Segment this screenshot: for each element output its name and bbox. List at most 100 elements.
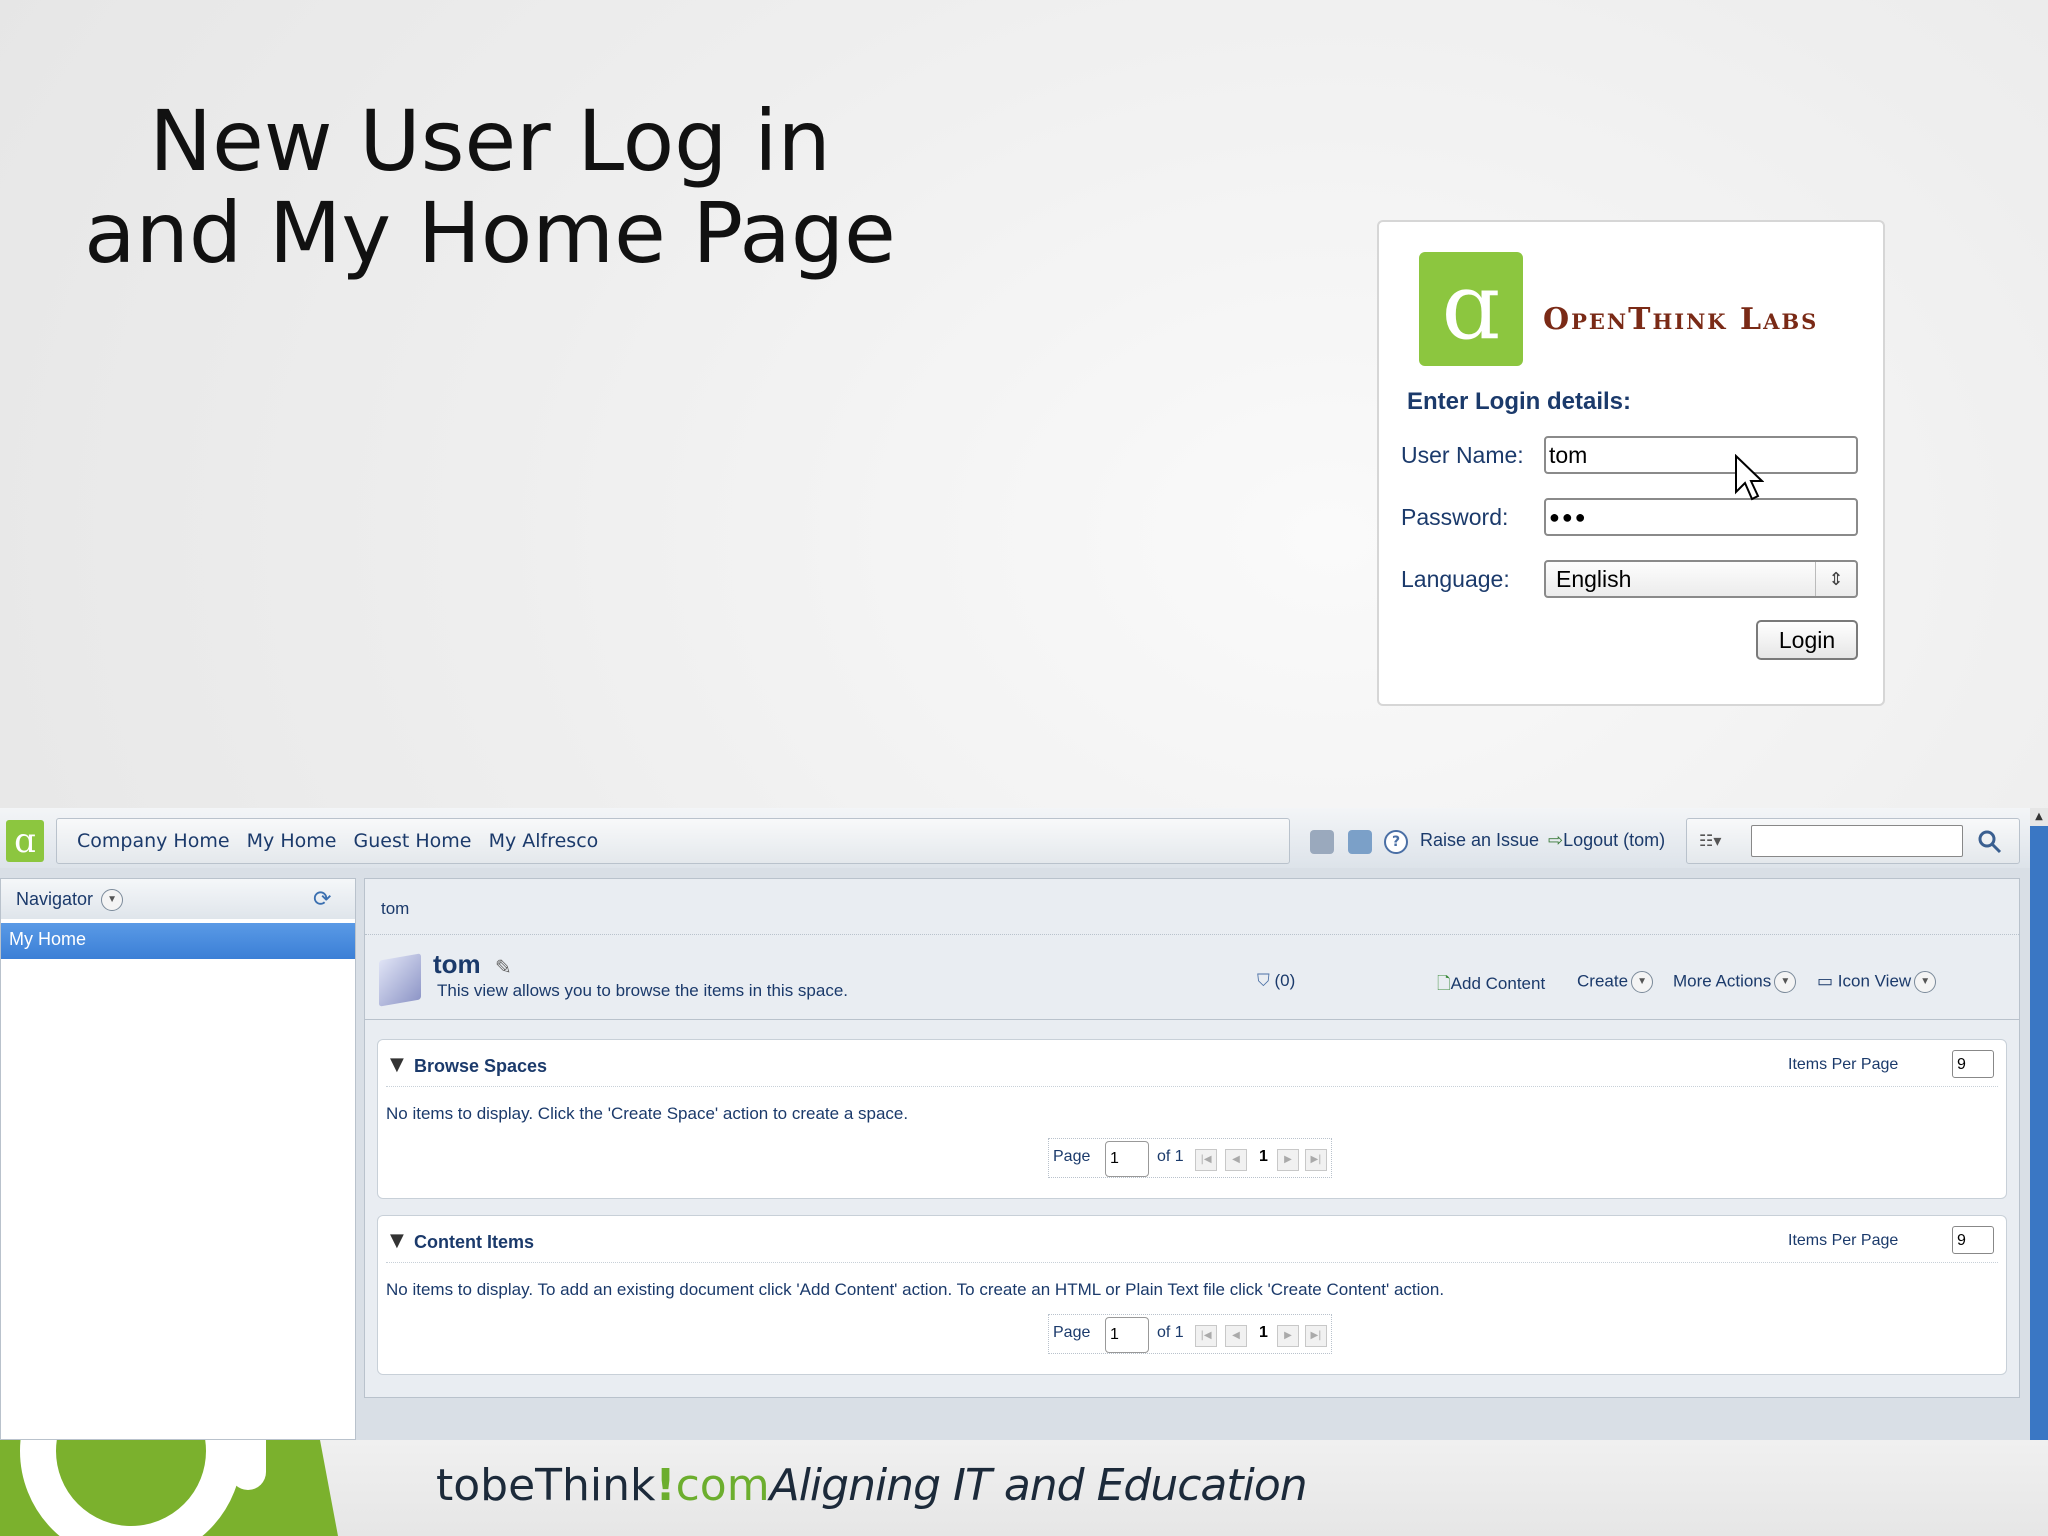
last-page-icon[interactable]: ▶| [1305, 1149, 1327, 1171]
login-dialog: ɑ OpenThink Labs Enter Login details: Us… [1377, 220, 1885, 706]
navigator-title-label: Navigator [16, 889, 94, 909]
more-actions-menu[interactable]: More Actions ▼ [1673, 971, 1797, 993]
add-content-label: Add Content [1450, 974, 1546, 993]
brand-com: com [675, 1460, 770, 1511]
brand-name: OpenThink Labs [1543, 302, 1819, 337]
slide-footer: tobeThink!comAligning IT and Education [0, 1440, 2048, 1536]
content-items-panel: ▼ Content Items Items Per Page 9 No item… [377, 1215, 2007, 1375]
username-field[interactable]: tom [1544, 436, 1858, 474]
divider [386, 1262, 1998, 1263]
next-page-icon[interactable]: ▶ [1277, 1325, 1299, 1347]
space-name: tom [433, 949, 481, 979]
main-content: tom tom ✎ This view allows you to browse… [364, 878, 2020, 1398]
pager: Page 1 of 1 |◀ ◀ 1 ▶ ▶| [1048, 1138, 1332, 1178]
more-actions-label: More Actions [1673, 971, 1772, 991]
icon-view-label: Icon View [1837, 971, 1912, 991]
raise-issue-link[interactable]: Raise an Issue [1420, 830, 1539, 851]
navigator-item-label: My Home [9, 929, 87, 949]
rss-icon[interactable]: ✎ [495, 955, 512, 979]
search-area: ☷▾ [1686, 818, 2020, 864]
language-label: Language: [1401, 566, 1510, 592]
panel-title[interactable]: Browse Spaces [414, 1056, 547, 1077]
add-content-icon: 🗋 [1437, 974, 1451, 993]
nav-guest-home[interactable]: Guest Home [354, 819, 472, 863]
browse-spaces-panel: ▼ Browse Spaces Items Per Page 9 No item… [377, 1039, 2007, 1199]
count-badge[interactable]: ⛉ (0) [1257, 971, 1295, 991]
nav-company-home[interactable]: Company Home [77, 819, 230, 863]
items-per-page-input[interactable]: 9 [1952, 1050, 1994, 1078]
items-per-page-input[interactable]: 9 [1952, 1226, 1994, 1254]
mouse-cursor-icon [1735, 454, 1764, 501]
empty-message: No items to display. To add an existing … [386, 1280, 1445, 1299]
admin-console-icon[interactable] [1348, 830, 1372, 854]
app-logo-icon[interactable]: ɑ [6, 820, 44, 862]
alfresco-app: ɑ Company Home My Home Guest Home My Alf… [0, 808, 2048, 1440]
nav-my-alfresco[interactable]: My Alfresco [489, 819, 599, 863]
login-heading: Enter Login details: [1407, 388, 1632, 415]
space-icon [379, 953, 421, 1007]
chevron-down-icon: ▼ [1631, 971, 1654, 993]
scrollbar[interactable]: ▲ [2030, 808, 2048, 1440]
page-input[interactable]: 1 [1105, 1317, 1149, 1353]
pager: Page 1 of 1 |◀ ◀ 1 ▶ ▶| [1048, 1314, 1332, 1354]
nav-my-home[interactable]: My Home [247, 819, 337, 863]
shield-icon: ⛉ [1257, 971, 1270, 990]
login-button[interactable]: Login [1756, 620, 1858, 660]
username-label: User Name: [1401, 442, 1524, 468]
breadcrumb[interactable]: tom [381, 899, 409, 919]
first-page-icon[interactable]: |◀ [1195, 1325, 1217, 1347]
password-field[interactable]: ●●● [1544, 498, 1858, 536]
navigator-title[interactable]: Navigator ▼ [16, 889, 124, 912]
language-select[interactable]: English ⇕ [1544, 560, 1858, 598]
create-label: Create [1577, 971, 1629, 991]
items-per-page-label: Items Per Page [1788, 1056, 1899, 1073]
last-page-icon[interactable]: ▶| [1305, 1325, 1327, 1347]
page-of-label: of 1 [1157, 1148, 1184, 1165]
current-page: 1 [1259, 1148, 1268, 1165]
empty-message: No items to display. Click the 'Create S… [386, 1104, 909, 1123]
slide-title-line2: and My Home Page [84, 184, 896, 282]
slide-title-line1: New User Log in [149, 92, 831, 190]
top-toolbar: ɑ Company Home My Home Guest Home My Alf… [0, 808, 2030, 868]
scroll-up-icon[interactable]: ▲ [2030, 808, 2048, 826]
chevron-down-icon[interactable]: ▼ [101, 889, 124, 912]
view-mode-menu[interactable]: ▭ Icon View ▼ [1817, 971, 1937, 993]
items-per-page-label: Items Per Page [1788, 1232, 1899, 1249]
footer-brand: tobeThink!comAligning IT and Education [436, 1460, 1308, 1511]
navigator-item-my-home[interactable]: My Home [1, 923, 355, 959]
search-input[interactable] [1751, 825, 1963, 857]
create-menu[interactable]: Create ▼ [1577, 971, 1654, 993]
navigator-header: Navigator ▼ ⟳ [1, 879, 355, 919]
navigator-panel: Navigator ▼ ⟳ My Home [0, 878, 356, 1440]
brand-bang: ! [655, 1460, 676, 1511]
logout-link[interactable]: ⇨Logout (tom) [1548, 830, 1665, 851]
first-page-icon[interactable]: |◀ [1195, 1149, 1217, 1171]
icon-view-icon: ▭ [1817, 971, 1834, 991]
count-value: (0) [1274, 971, 1296, 990]
collapse-triangle-icon[interactable]: ▼ [390, 1054, 404, 1075]
brand-tobethink: tobeThink [436, 1460, 656, 1511]
main-nav: Company Home My Home Guest Home My Alfre… [56, 818, 1290, 864]
footer-tagline: Aligning IT and Education [769, 1460, 1308, 1511]
refresh-icon[interactable]: ⟳ [313, 887, 331, 912]
page-label: Page [1053, 1324, 1091, 1341]
panel-title[interactable]: Content Items [414, 1232, 534, 1253]
chevron-down-icon: ▼ [1774, 971, 1797, 993]
user-console-icon[interactable] [1310, 830, 1334, 854]
add-content-button[interactable]: 🗋Add Content [1437, 971, 1545, 1000]
chevron-down-icon: ▼ [1914, 971, 1937, 993]
collapse-triangle-icon[interactable]: ▼ [390, 1230, 404, 1251]
select-arrows-icon: ⇕ [1815, 562, 1856, 596]
divider [365, 1019, 2019, 1020]
search-options-icon[interactable]: ☷▾ [1699, 829, 1739, 853]
next-page-icon[interactable]: ▶ [1277, 1149, 1299, 1171]
page-input[interactable]: 1 [1105, 1141, 1149, 1177]
page-label: Page [1053, 1148, 1091, 1165]
help-icon[interactable]: ? [1384, 830, 1408, 854]
search-icon[interactable] [1977, 829, 2003, 855]
openthink-logo-icon: ɑ [1419, 252, 1523, 366]
prev-page-icon[interactable]: ◀ [1225, 1149, 1247, 1171]
prev-page-icon[interactable]: ◀ [1225, 1325, 1247, 1347]
page-of-label: of 1 [1157, 1324, 1184, 1341]
password-label: Password: [1401, 504, 1509, 530]
